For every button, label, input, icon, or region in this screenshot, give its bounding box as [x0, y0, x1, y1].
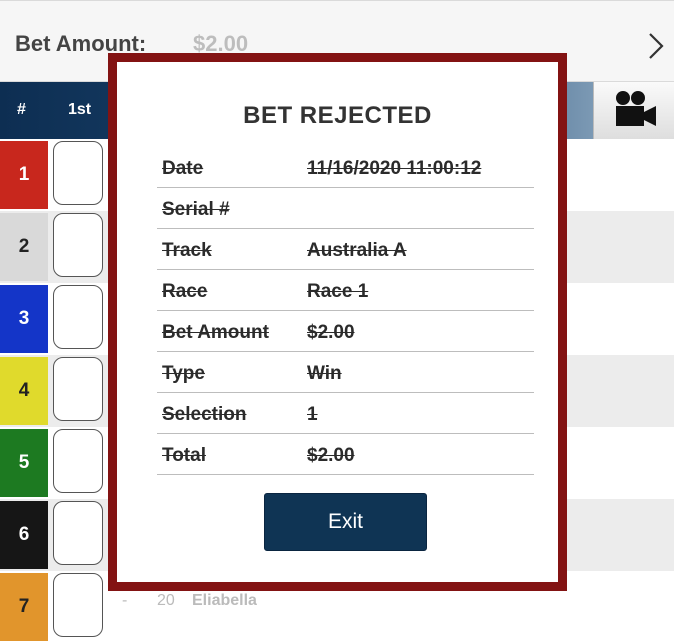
runner-number-4: 4 [0, 357, 48, 425]
detail-key: Selection [162, 404, 247, 425]
bet-details-table: Date 11/16/2020 11:00:12 Serial # Track … [157, 147, 534, 475]
dialog-title: BET REJECTED [243, 102, 432, 129]
runner-2-first-checkbox[interactable] [53, 213, 103, 277]
detail-value: Win [307, 363, 342, 384]
runner-name: Eliabella [192, 592, 257, 609]
detail-key: Track [162, 240, 212, 261]
runner-5-first-checkbox[interactable] [53, 429, 103, 493]
detail-row-race: Race Race 1 [157, 270, 534, 311]
detail-row-serial: Serial # [157, 188, 534, 229]
runner-1-first-checkbox[interactable] [53, 141, 103, 205]
detail-value: Australia A [307, 240, 407, 261]
runner-4-first-checkbox[interactable] [53, 357, 103, 421]
detail-value: Race 1 [307, 281, 369, 302]
runner-number-7: 7 [0, 573, 48, 641]
detail-row-type: Type Win [157, 352, 534, 393]
runner-number-5: 5 [0, 429, 48, 497]
video-camera-icon [616, 91, 656, 126]
runner-number-6: 6 [0, 501, 48, 569]
detail-key: Total [162, 445, 206, 466]
detail-key: Bet Amount [162, 322, 269, 343]
chevron-right-icon[interactable] [644, 32, 668, 60]
runner-number-3: 3 [0, 285, 48, 353]
header-first: 1st [68, 101, 92, 118]
detail-key: Date [162, 158, 204, 179]
runner-number-1: 1 [0, 141, 48, 209]
video-button[interactable] [593, 82, 674, 139]
runner-7-first-checkbox[interactable] [53, 573, 103, 637]
bet-rejected-dialog: BET REJECTED Date 11/16/2020 11:00:12 Se… [108, 53, 567, 591]
detail-row-bet-amount: Bet Amount $2.00 [157, 311, 534, 352]
detail-value: 11/16/2020 11:00:12 [307, 158, 482, 179]
detail-row-date: Date 11/16/2020 11:00:12 [157, 147, 534, 188]
header-number: # [17, 101, 26, 118]
runner-scratch-dash: - [122, 592, 128, 609]
detail-row-total: Total $2.00 [157, 434, 534, 475]
detail-key: Serial # [162, 199, 230, 220]
runner-saddle-number: 20 [157, 592, 175, 609]
detail-value: $2.00 [307, 322, 355, 343]
detail-value: $2.00 [307, 445, 355, 466]
detail-row-selection: Selection 1 [157, 393, 534, 434]
detail-value: 1 [307, 404, 318, 425]
runner-6-first-checkbox[interactable] [53, 501, 103, 565]
runner-3-first-checkbox[interactable] [53, 285, 103, 349]
runner-number-2: 2 [0, 213, 48, 281]
detail-key: Race [162, 281, 208, 302]
detail-row-track: Track Australia A [157, 229, 534, 270]
detail-key: Type [162, 363, 205, 384]
exit-button[interactable]: Exit [264, 493, 427, 551]
